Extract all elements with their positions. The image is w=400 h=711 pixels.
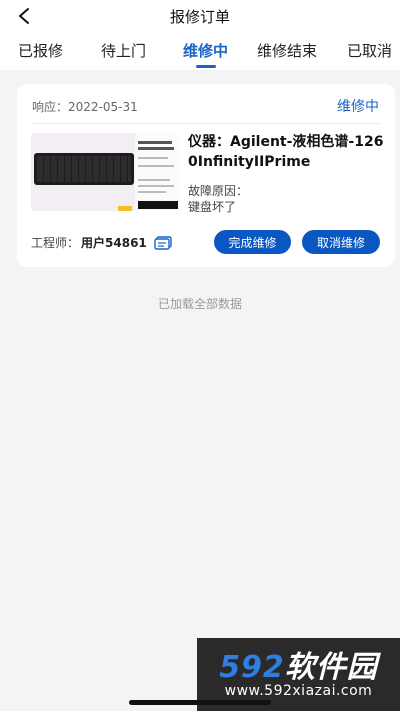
fault-text: 键盘坏了 [188,200,237,214]
watermark-title: 592软件园 [219,650,378,685]
tab-repair-finished[interactable]: 维修结束 [257,40,317,61]
tab-pending-visit[interactable]: 待上门 [101,40,146,61]
watermark-url: www.592xiazai.com [224,683,373,699]
tab-repairing[interactable]: 维修中 [183,40,228,61]
engineer-name: 用户54861 [81,236,147,250]
tab-bar: 已报修 待上门 维修中 维修结束 已取消 [0,40,400,64]
fault-label: 故障原因： [188,184,249,198]
engineer-label: 工程师： [31,236,80,250]
page-title: 报修订单 [169,8,230,26]
tab-cancelled[interactable]: 已取消 [347,40,392,61]
status-badge: 维修中 [337,99,379,115]
tab-reported[interactable]: 已报修 [18,40,63,61]
engineer-info: 工程师： 用户54861 [31,234,172,251]
home-indicator [129,700,271,705]
chat-icon[interactable] [154,235,172,250]
active-tab-indicator [196,65,216,68]
device-image [31,133,179,211]
top-bar: 报修订单 已报修 待上门 维修中 维修结束 已取消 [0,0,400,70]
order-card[interactable]: 响应：2022-05-31 维修中 仪器：Agilent-液相色谱-1260In… [17,84,395,267]
keyboard-picture [34,153,134,185]
divider [32,123,380,124]
response-date: 响应：2022-05-31 [32,100,138,114]
all-loaded-text: 已加载全部数据 [157,297,242,311]
thumb-panel [135,133,179,211]
complete-repair-button[interactable]: 完成维修 [214,230,291,254]
cancel-repair-button[interactable]: 取消维修 [302,230,380,254]
device-name: 仪器：Agilent-液相色谱-1260InfinityIIPrime [188,134,384,170]
